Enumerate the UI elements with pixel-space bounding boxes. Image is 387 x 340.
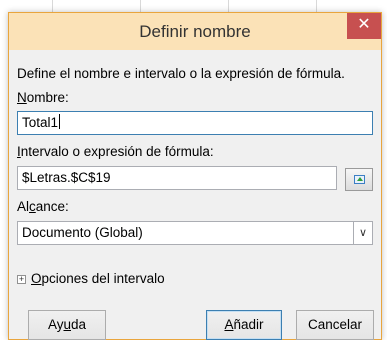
define-name-dialog: Definir nombre ✕ Define el nombre e inte… (8, 12, 382, 340)
range-options-toggle[interactable]: Opciones del intervalo (31, 271, 165, 286)
close-button[interactable]: ✕ (347, 13, 381, 39)
add-button[interactable]: Añadir (206, 310, 282, 340)
scope-selected-value: Documento (Global) (22, 225, 143, 240)
add-label-rest: ñadir (233, 317, 264, 332)
range-input[interactable]: $Letras.$C$19 (17, 166, 337, 190)
scope-label-pre: Al (17, 199, 30, 214)
text-caret (59, 114, 61, 129)
range-label: Intervalo o expresión de fórmula: (17, 144, 214, 159)
name-label-accel: N (17, 90, 27, 105)
close-icon: ✕ (357, 16, 371, 33)
cancel-button[interactable]: Cancelar (296, 310, 374, 340)
dialog-content: Define el nombre e intervalo o la expres… (9, 50, 381, 340)
shrink-icon (354, 175, 365, 184)
help-label-rest: da (71, 317, 87, 332)
range-input-value: $Letras.$C$19 (22, 170, 111, 185)
scope-label-text: ance: (35, 199, 69, 214)
scope-dropdown[interactable]: Documento (Global) ∨ (17, 221, 373, 245)
help-label-pre: Ay (47, 317, 64, 332)
shrink-dialog-button[interactable] (345, 168, 373, 191)
help-button[interactable]: Ayuda (28, 310, 106, 340)
expand-icon[interactable]: + (17, 275, 26, 284)
name-input-value: Total1 (22, 115, 59, 130)
range-label-text: ntervalo o expresión de fórmula: (20, 144, 214, 159)
name-input[interactable]: Total1 (17, 111, 373, 135)
chevron-down-icon[interactable]: ∨ (353, 222, 372, 244)
scope-label-accel: c (29, 199, 36, 214)
scope-label: Alcance: (17, 199, 69, 214)
help-label-accel: u (63, 317, 71, 332)
name-label: Nombre: (17, 90, 69, 105)
options-label-text: pciones del intervalo (41, 271, 165, 286)
options-label-accel: O (31, 271, 42, 286)
title-bar[interactable]: Definir nombre ✕ (9, 13, 381, 50)
description-text: Define el nombre e intervalo o la expres… (17, 66, 345, 81)
name-label-text: ombre: (26, 90, 69, 105)
dialog-title: Definir nombre (139, 22, 251, 41)
